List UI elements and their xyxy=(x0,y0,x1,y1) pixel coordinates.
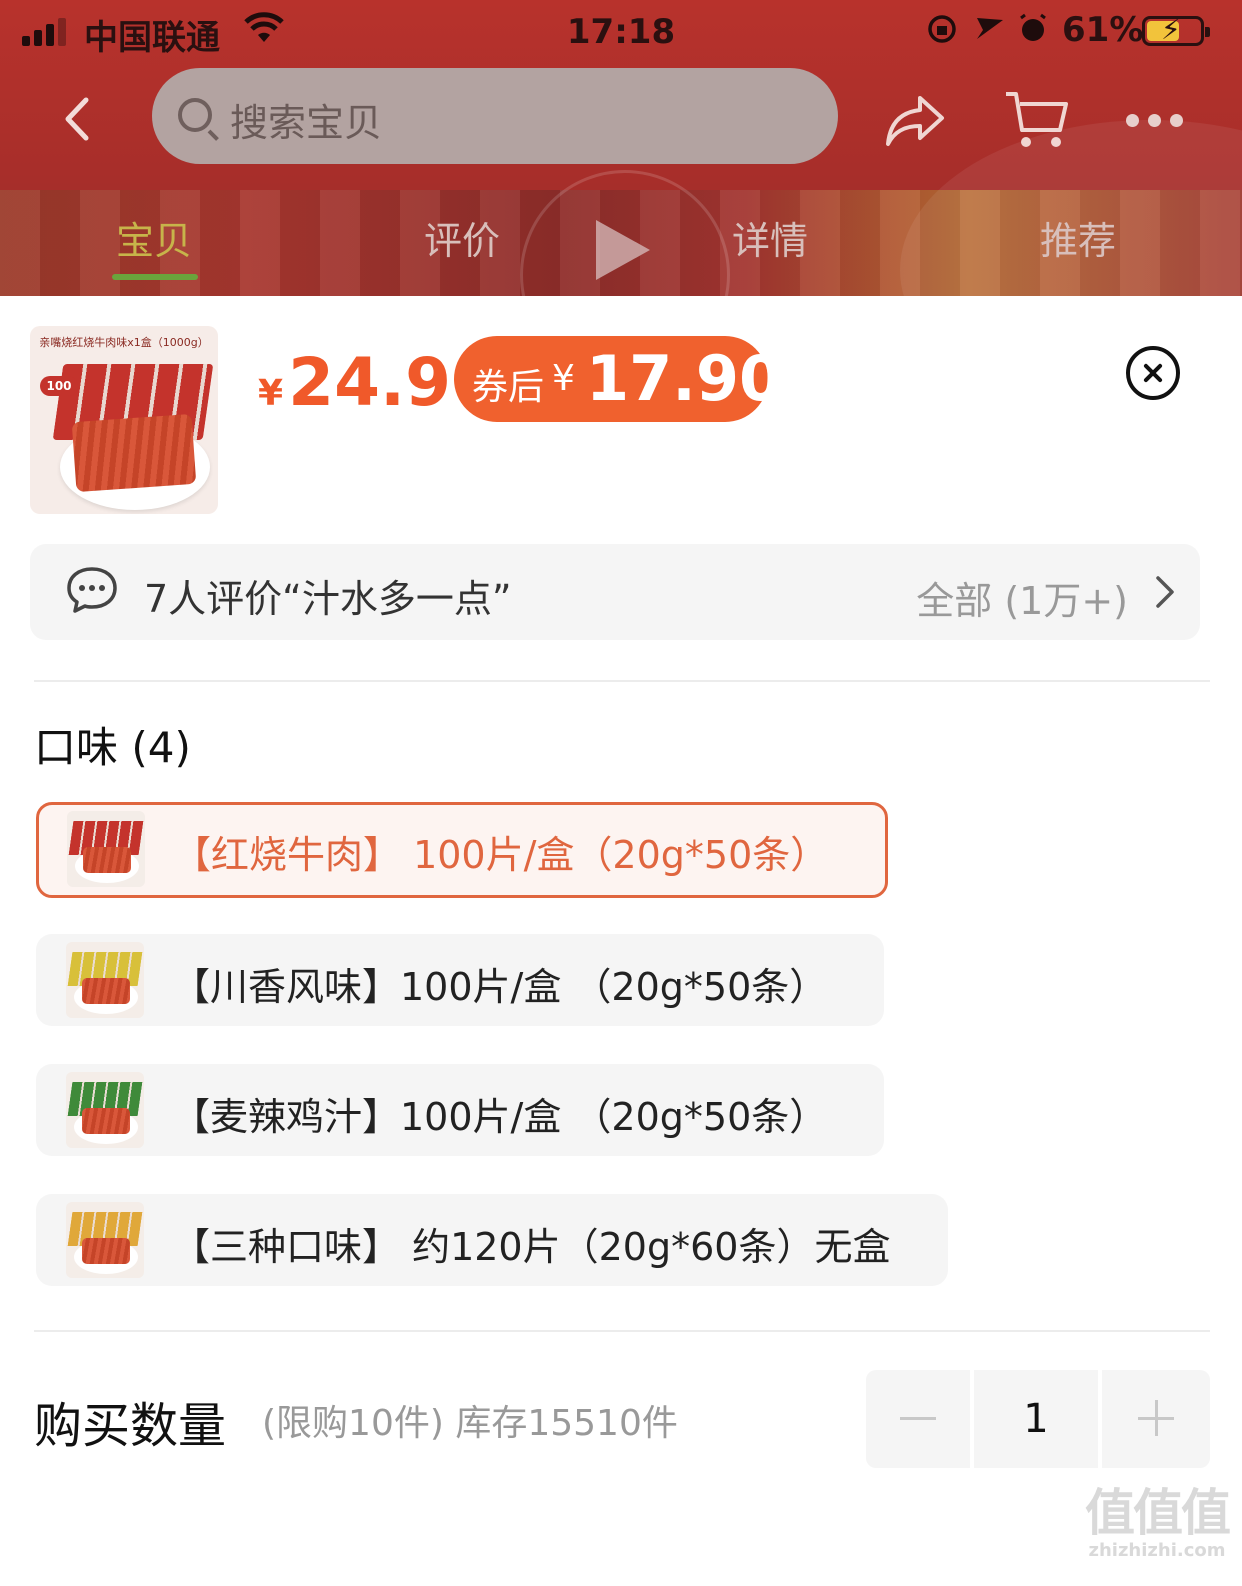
review-all-link[interactable]: 全部 (1万+) xyxy=(916,570,1128,625)
flavor-thumbnail xyxy=(66,1202,144,1278)
coupon-symbol: ¥ xyxy=(552,358,575,399)
status-icons xyxy=(925,12,1051,54)
more-icon[interactable] xyxy=(1126,114,1186,130)
thumbnail-food xyxy=(71,413,197,493)
share-icon[interactable] xyxy=(884,92,946,148)
flavor-thumbnail xyxy=(66,942,144,1018)
divider xyxy=(34,1330,1210,1332)
price-value: 24.9 xyxy=(288,344,451,421)
search-placeholder: 搜索宝贝 xyxy=(230,101,383,145)
quantity-limit-note: (限购10件) 库存15510件 xyxy=(262,1403,678,1444)
quantity-stepper[interactable]: 1 xyxy=(866,1370,1210,1468)
review-summary-bar[interactable]: 7人评价“汁水多一点” 全部 (1万+) xyxy=(30,544,1200,640)
review-summary-text: 7人评价“汁水多一点” xyxy=(144,577,512,621)
price: ¥ 24.9 xyxy=(258,344,451,421)
tab-indicator xyxy=(112,274,198,280)
flavor-option[interactable]: 【三种口味】 约120片（20g*60条）无盒 xyxy=(36,1194,948,1286)
watermark-url: zhizhizhi.com xyxy=(1088,1540,1226,1561)
close-icon[interactable] xyxy=(1126,346,1180,400)
flavor-option[interactable]: 【红烧牛肉】 100片/盒（20g*50条） xyxy=(36,802,888,898)
coupon-label: 券后 xyxy=(472,367,545,408)
clock: 17:18 xyxy=(566,12,676,52)
back-icon[interactable] xyxy=(58,94,98,144)
product-thumbnail[interactable]: 亲嘴烧红烧牛肉味x1盒（1000g） 100 xyxy=(30,326,218,514)
coupon-price: 17.90 xyxy=(586,342,783,415)
tab-reviews[interactable]: 评价 xyxy=(392,210,532,265)
flavor-option-label: 【红烧牛肉】 100片/盒（20g*50条） xyxy=(173,833,829,877)
minus-icon[interactable] xyxy=(866,1370,970,1468)
thumbnail-caption: 亲嘴烧红烧牛肉味x1盒（1000g） xyxy=(39,336,209,349)
flavor-thumbnail xyxy=(66,1072,144,1148)
flavor-option-label: 【川香风味】100片/盒 （20g*50条） xyxy=(172,965,828,1009)
cart-icon[interactable] xyxy=(1004,90,1070,152)
status-bar: 中国联通 17:18 61% ⚡ xyxy=(0,0,1242,62)
watermark-logo: 值值值 zhizhizhi.com xyxy=(1082,1486,1232,1562)
flavor-option[interactable]: 【麦辣鸡汁】100片/盒 （20g*50条） xyxy=(36,1064,884,1156)
flavor-option-label: 【三种口味】 约120片（20g*60条）无盒 xyxy=(172,1225,891,1269)
plus-icon[interactable] xyxy=(1102,1370,1210,1468)
quantity-title: 购买数量 xyxy=(34,1398,227,1454)
tab-recommend[interactable]: 推荐 xyxy=(1008,210,1148,265)
search-icon xyxy=(178,98,212,132)
thumbnail-badge: 100 xyxy=(40,376,78,396)
battery-percent: 61% xyxy=(1062,10,1144,50)
sku-sheet: 亲嘴烧红烧牛肉味x1盒（1000g） 100 ¥ 24.9 券后 ¥ 17.90… xyxy=(0,296,1242,1586)
coupon-price-badge: 券后 ¥ 17.90 xyxy=(454,336,782,422)
battery-icon: ⚡ xyxy=(1142,13,1210,46)
watermark-text: 值值值 xyxy=(1085,1484,1231,1542)
chat-icon xyxy=(66,566,118,614)
quantity-value[interactable]: 1 xyxy=(974,1370,1098,1468)
background-page: 中国联通 17:18 61% ⚡ 搜索宝贝 宝贝 评价 详情 推荐 xyxy=(0,0,1242,300)
chevron-right-icon xyxy=(1152,574,1178,610)
price-symbol: ¥ xyxy=(258,373,284,414)
divider xyxy=(34,680,1210,682)
tab-item[interactable]: 宝贝 xyxy=(84,210,224,265)
search-input[interactable]: 搜索宝贝 xyxy=(152,68,838,164)
nav-bar: 搜索宝贝 xyxy=(0,62,1242,182)
flavor-option-label: 【麦辣鸡汁】100片/盒 （20g*50条） xyxy=(172,1095,828,1139)
tab-details[interactable]: 详情 xyxy=(700,210,840,265)
flavor-thumbnail xyxy=(67,811,145,887)
flavor-option[interactable]: 【川香风味】100片/盒 （20g*50条） xyxy=(36,934,884,1026)
tab-bar: 宝贝 评价 详情 推荐 xyxy=(0,210,1242,280)
flavor-section-title: 口味 (4) xyxy=(34,723,191,772)
